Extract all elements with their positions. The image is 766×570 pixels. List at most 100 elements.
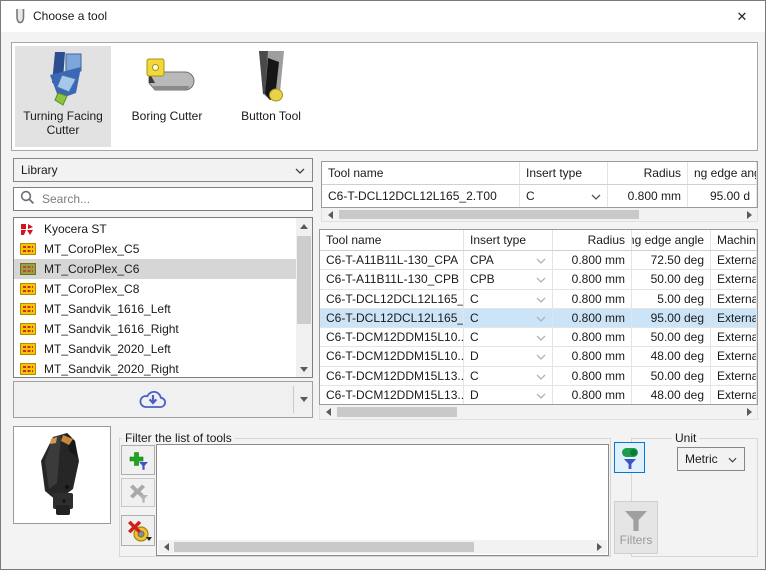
scrollbar-thumb[interactable]: [337, 407, 457, 417]
table-body: C6-T-A11B11L-130_CPACPA0.800 mm72.50 deg…: [320, 251, 757, 405]
column-header[interactable]: Radius: [608, 162, 688, 184]
cell-radius: 0.800 mm: [553, 270, 632, 288]
clear-filter-button[interactable]: [121, 515, 155, 546]
tool-row[interactable]: C6-T-DCL12DCL12L165_1C0.800 mm5.00 degEx…: [320, 290, 757, 309]
library-item[interactable]: MT_CoroPlex_C5: [14, 239, 296, 259]
column-header[interactable]: Machin: [711, 230, 757, 250]
column-header[interactable]: Radius: [553, 230, 632, 250]
tool-row[interactable]: C6-T-DCM12DDM15L13...D0.800 mm48.00 degE…: [320, 386, 757, 405]
remove-filter-button[interactable]: [121, 478, 155, 507]
column-header[interactable]: Tool name: [320, 230, 464, 250]
cell-insert-type-dropdown[interactable]: D: [464, 347, 553, 365]
column-header[interactable]: ng edge ang: [688, 162, 757, 184]
scrollbar-thumb[interactable]: [297, 236, 311, 324]
cell-edge-angle: 5.00 deg: [632, 290, 711, 308]
tool-row[interactable]: C6-T-DCM12DDM15L13...C0.800 mm50.00 degE…: [320, 367, 757, 386]
library-item-label: MT_Sandvik_2020_Left: [44, 342, 171, 356]
library-flag-icon: [20, 303, 36, 315]
unit-dropdown[interactable]: Metric: [677, 447, 745, 471]
cell-edge-angle: 95.00 d: [688, 185, 757, 207]
library-list-scrollbar[interactable]: [296, 218, 312, 377]
tool-row[interactable]: C6-T-A11B11L-130_CPACPA0.800 mm72.50 deg…: [320, 251, 757, 270]
scrollbar-thumb[interactable]: [339, 210, 639, 219]
clear-filter-options-arrow[interactable]: [146, 537, 152, 544]
cell-radius: 0.800 mm: [608, 185, 688, 207]
column-header[interactable]: Insert type: [464, 230, 553, 250]
tool-row[interactable]: C6-T-DCM12DDM15L10...C0.800 mm50.00 degE…: [320, 328, 757, 347]
tools-table-hscrollbar[interactable]: [319, 405, 758, 420]
close-icon[interactable]: ✕: [725, 1, 759, 32]
library-item[interactable]: MT_Sandvik_1616_Right: [14, 319, 296, 339]
tool-type-boring-cutter[interactable]: Boring Cutter: [119, 46, 215, 147]
insert-type-value: C: [470, 330, 479, 344]
choose-a-tool-dialog: Choose a tool ✕ Turning Facing CutterBor…: [0, 0, 766, 570]
column-header[interactable]: ng edge angle: [632, 230, 711, 250]
selected-tool-row[interactable]: C6-T-DCL12DCL12L165_2.T00C0.800 mm95.00 …: [322, 185, 757, 208]
tool-row[interactable]: C6-T-A11B11L-130_CPBCPB0.800 mm50.00 deg…: [320, 270, 757, 289]
tool-row[interactable]: C6-T-DCM12DDM15L10...D0.800 mm48.00 degE…: [320, 347, 757, 366]
app-tool-icon: [14, 8, 27, 28]
insert-type-value: D: [470, 349, 479, 363]
library-item[interactable]: MT_Sandvik_2020_Right: [14, 359, 296, 378]
cell-machining: Externa: [711, 290, 757, 308]
cell-insert-type-dropdown[interactable]: C: [464, 328, 553, 346]
selected-tool-table-hscrollbar[interactable]: [321, 208, 758, 222]
chevron-down-icon: [536, 388, 546, 402]
library-item[interactable]: MT_Sandvik_2020_Left: [14, 339, 296, 359]
cell-insert-type-dropdown[interactable]: D: [464, 386, 553, 404]
search-input[interactable]: Search...: [13, 187, 313, 211]
cell-radius: 0.800 mm: [553, 328, 632, 346]
scroll-right-icon[interactable]: [741, 208, 757, 221]
cell-edge-angle: 95.00 deg: [632, 309, 711, 327]
scroll-left-icon[interactable]: [322, 208, 338, 221]
library-item-label: MT_CoroPlex_C8: [44, 282, 139, 296]
scroll-right-icon[interactable]: [741, 405, 757, 419]
chevron-down-icon: [536, 253, 546, 267]
library-item[interactable]: MT_Sandvik_1616_Left: [14, 299, 296, 319]
tool-type-label: Button Tool: [225, 109, 317, 123]
filter-list-hscrollbar[interactable]: [158, 540, 607, 554]
library-flag-icon: [20, 323, 36, 335]
tool-type-turning-facing-cutter[interactable]: Turning Facing Cutter: [15, 46, 111, 147]
library-item-label: Kyocera ST: [44, 222, 107, 236]
scroll-left-icon[interactable]: [158, 540, 174, 554]
insert-type-value: D: [470, 388, 479, 402]
scroll-down-icon[interactable]: [296, 361, 312, 377]
library-item[interactable]: MT_CoroPlex_C6: [14, 259, 296, 279]
scroll-right-icon[interactable]: [591, 540, 607, 554]
scroll-up-icon[interactable]: [296, 218, 312, 234]
library-dropdown[interactable]: Library: [13, 158, 313, 182]
column-header[interactable]: Tool name: [322, 162, 520, 184]
tool-row[interactable]: C6-T-DCL12DCL12L165_2C0.800 mm95.00 degE…: [320, 309, 757, 328]
cell-insert-type-dropdown[interactable]: C: [464, 290, 553, 308]
library-flag-icon: [20, 243, 36, 255]
cell-tool-name: C6-T-DCM12DDM15L13...: [320, 386, 464, 404]
cell-insert-type-dropdown[interactable]: CPA: [464, 251, 553, 269]
cell-insert-type-dropdown[interactable]: C: [464, 367, 553, 385]
scroll-left-icon[interactable]: [320, 405, 336, 419]
tool-type-label: Turning Facing Cutter: [17, 109, 109, 137]
toggle-filter-button[interactable]: [614, 442, 645, 473]
download-options-arrow[interactable]: [300, 382, 308, 417]
cell-insert-type-dropdown[interactable]: C: [520, 185, 608, 207]
cell-tool-name: C6-T-A11B11L-130_CPB: [320, 270, 464, 288]
chevron-down-icon: [295, 163, 305, 177]
unit-dropdown-value: Metric: [685, 452, 718, 466]
filter-list-area[interactable]: [156, 444, 609, 556]
download-library-button[interactable]: [13, 381, 313, 418]
tools-table: Tool nameInsert typeRadiusng edge angleM…: [319, 229, 758, 405]
cell-machining: Externa: [711, 309, 757, 327]
library-item[interactable]: Kyocera ST: [14, 219, 296, 239]
tool-type-button-tool[interactable]: Button Tool: [223, 46, 319, 147]
column-header[interactable]: Insert type: [520, 162, 608, 184]
insert-type-value: CPB: [470, 272, 495, 286]
chevron-down-icon: [536, 369, 546, 383]
add-filter-button[interactable]: [121, 445, 155, 475]
cell-insert-type-dropdown[interactable]: C: [464, 309, 553, 327]
tool-preview-image: [13, 426, 111, 524]
cell-insert-type-dropdown[interactable]: CPB: [464, 270, 553, 288]
filters-button[interactable]: Filters: [614, 501, 658, 554]
scrollbar-thumb[interactable]: [174, 542, 474, 552]
chevron-down-icon: [536, 272, 546, 286]
library-item[interactable]: MT_CoroPlex_C8: [14, 279, 296, 299]
